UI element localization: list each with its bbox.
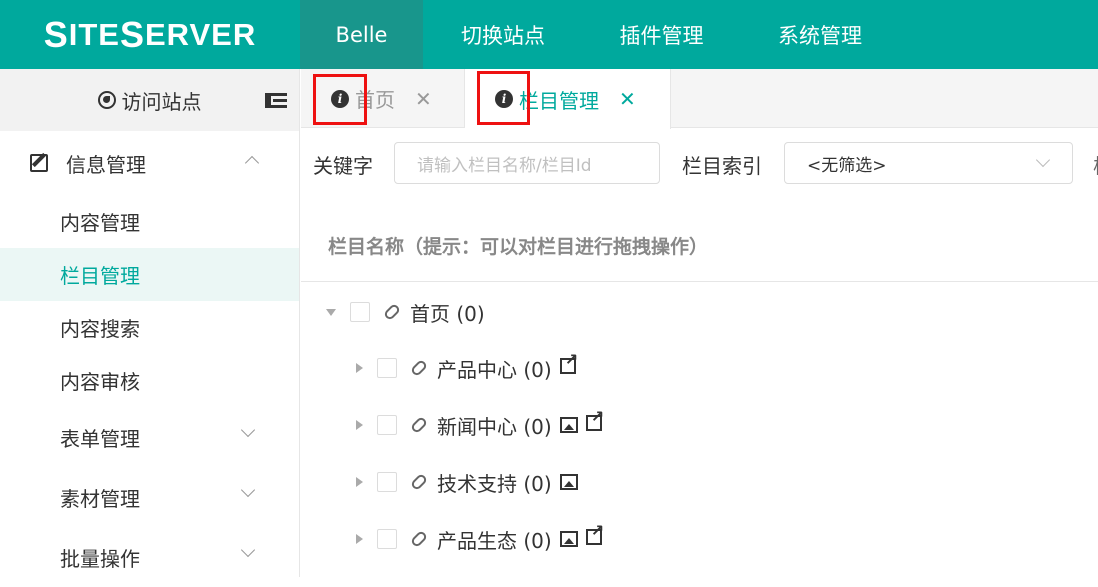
keyword-input[interactable]: 请输入栏目名称/栏目Id — [394, 142, 660, 184]
sidebar-group-label: 批量操作 — [60, 546, 140, 571]
channel-index-label: 栏目索引 — [682, 154, 762, 178]
siteserver-logo[interactable]: S ITE S ERVER — [0, 0, 300, 69]
close-icon[interactable]: ✕ — [415, 87, 432, 111]
channel-name[interactable]: 技术支持 (0) — [437, 468, 552, 497]
sidebar-item-content-management[interactable]: 内容管理 — [0, 195, 299, 248]
chevron-down-icon — [240, 482, 256, 498]
link-icon — [382, 302, 402, 322]
highlight-box — [477, 71, 530, 125]
globe-icon — [97, 91, 116, 109]
sidebar: 访问站点 信息管理 内容管理 栏目管理 内容搜索 内容审核 表单管理 素材管理 … — [0, 69, 300, 577]
sidebar-group-info-management[interactable]: 信息管理 — [0, 131, 299, 195]
nav-plugin-management[interactable]: 插件管理 — [583, 0, 740, 69]
tree-row[interactable]: 首页 (0) — [326, 292, 485, 332]
tree-row[interactable]: 新闻中心 (0) — [354, 405, 604, 445]
top-nav: Belle 切换站点 插件管理 系统管理 — [300, 0, 900, 69]
truncated-label: 栏 — [1093, 150, 1098, 179]
link-icon — [409, 472, 429, 492]
image-icon — [559, 417, 578, 433]
page-tabs: i 首页 ✕ i 栏目管理 ✕ — [301, 69, 1098, 129]
sidebar-item-content-review[interactable]: 内容审核 — [0, 354, 299, 407]
sidebar-group-label: 素材管理 — [60, 486, 140, 511]
sidebar-group-label: 信息管理 — [66, 152, 146, 177]
edit-icon — [30, 154, 48, 172]
caret-down-icon[interactable] — [326, 308, 336, 316]
chevron-up-icon — [244, 155, 260, 171]
collapse-menu-icon[interactable] — [265, 93, 287, 109]
nav-switch-site[interactable]: 切换站点 — [423, 0, 583, 69]
row-checkbox[interactable] — [377, 529, 397, 549]
top-bar: S ITE S ERVER Belle 切换站点 插件管理 系统管理 — [0, 0, 1098, 69]
image-icon — [559, 531, 578, 547]
external-link-icon[interactable] — [585, 521, 604, 545]
chevron-down-icon — [240, 542, 256, 558]
row-checkbox[interactable] — [377, 358, 397, 378]
link-icon — [409, 415, 429, 435]
nav-site-belle[interactable]: Belle — [300, 0, 423, 69]
tree-row[interactable]: 产品生态 (0) — [354, 519, 604, 559]
external-link-icon[interactable] — [559, 350, 578, 374]
caret-right-icon[interactable] — [356, 534, 363, 544]
highlight-box — [313, 74, 367, 125]
sidebar-item-channel-management[interactable]: 栏目管理 — [0, 248, 299, 301]
channel-name[interactable]: 产品中心 (0) — [437, 354, 552, 383]
link-icon — [409, 529, 429, 549]
row-checkbox[interactable] — [350, 302, 370, 322]
tab-label: 栏目管理 — [519, 88, 599, 113]
chevron-down-icon — [1035, 152, 1051, 168]
nav-system-management[interactable]: 系统管理 — [740, 0, 900, 69]
link-icon — [409, 358, 429, 378]
tree-row[interactable]: 产品中心 (0) — [354, 348, 578, 388]
channel-name[interactable]: 产品生态 (0) — [437, 525, 552, 554]
visit-site-button[interactable]: 访问站点 — [0, 69, 299, 131]
sidebar-group-label: 表单管理 — [60, 426, 140, 451]
caret-right-icon[interactable] — [356, 477, 363, 487]
image-icon — [559, 474, 578, 490]
channel-name[interactable]: 新闻中心 (0) — [437, 411, 552, 440]
sidebar-group-batch-operations[interactable]: 批量操作 — [0, 527, 299, 587]
tree-header: 栏目名称（提示：可以对栏目进行拖拽操作） — [301, 210, 1098, 282]
caret-right-icon[interactable] — [356, 420, 363, 430]
keyword-label: 关键字 — [313, 154, 373, 178]
filter-bar: 关键字 请输入栏目名称/栏目Id 栏目索引 <无筛选> 栏 — [301, 128, 1098, 198]
select-value: <无筛选> — [807, 155, 887, 176]
tree-row[interactable]: 技术支持 (0) — [354, 462, 578, 502]
caret-right-icon[interactable] — [356, 363, 363, 373]
external-link-icon[interactable] — [585, 407, 604, 431]
visit-site-label: 访问站点 — [121, 89, 202, 114]
row-checkbox[interactable] — [377, 472, 397, 492]
sidebar-group-material-management[interactable]: 素材管理 — [0, 467, 299, 527]
channel-index-select[interactable]: <无筛选> — [784, 142, 1073, 184]
close-icon[interactable]: ✕ — [619, 87, 636, 111]
sidebar-group-form-management[interactable]: 表单管理 — [0, 407, 299, 467]
sidebar-item-content-search[interactable]: 内容搜索 — [0, 301, 299, 354]
channel-name[interactable]: 首页 (0) — [410, 298, 485, 327]
row-checkbox[interactable] — [377, 415, 397, 435]
chevron-down-icon — [240, 422, 256, 438]
